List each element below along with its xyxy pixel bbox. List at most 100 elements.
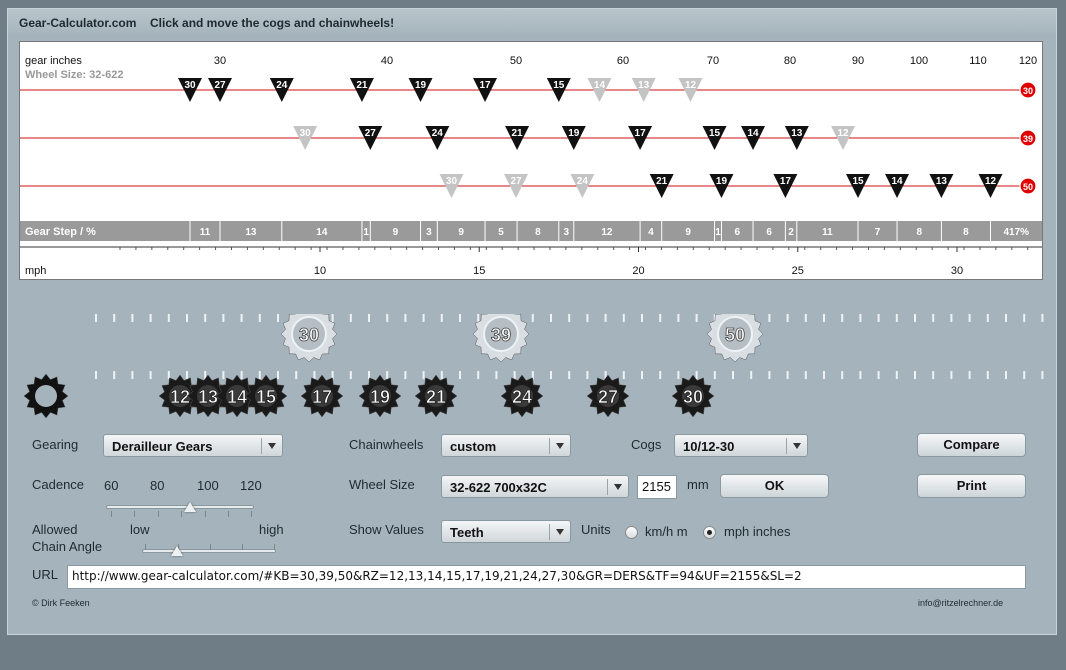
gear-step-value: 9 — [458, 227, 464, 238]
gear-marker-label: 14 — [891, 176, 903, 187]
svg-text:50: 50 — [725, 325, 745, 345]
gear-chart-svg: 30 40 50 60 70 80 90 100 110 120 gear inches Whee… — [20, 55, 1042, 277]
gearing-select[interactable]: Derailleur Gears — [103, 434, 283, 457]
mph-label: mph — [25, 265, 46, 277]
show-values-label: Show Values — [349, 522, 424, 537]
svg-text:17: 17 — [312, 387, 332, 407]
cog-15[interactable]: 15 — [244, 374, 288, 418]
gear-step-value: 14 — [316, 227, 328, 238]
gear-step-value: 4 — [648, 227, 654, 238]
cadence-slider[interactable] — [106, 505, 254, 509]
show-values-select[interactable]: Teeth — [441, 520, 571, 543]
gear-step-value: 7 — [875, 227, 881, 238]
cog-27[interactable]: 27 — [586, 374, 630, 418]
cog-placeholder[interactable] — [23, 373, 69, 419]
svg-text:39: 39 — [491, 325, 511, 345]
gear-step-value: 8 — [916, 227, 922, 238]
gear-step-bar — [20, 221, 1042, 241]
ok-button[interactable]: OK — [720, 474, 829, 498]
gear-chart: 30 40 50 60 70 80 90 100 110 120 gear inches Whee… — [19, 41, 1043, 280]
svg-text:27: 27 — [598, 387, 618, 407]
unit-mph-label[interactable]: mph inches — [724, 524, 790, 539]
gear-inches-tick: 110 — [969, 55, 987, 67]
cadence-tick-label: 120 — [240, 478, 262, 493]
unit-kmh-radio[interactable] — [625, 526, 638, 539]
chainwheel-30[interactable]: 30 — [280, 314, 338, 363]
gear-step-value: 2 — [788, 227, 794, 238]
gear-marker-label: 30 — [184, 80, 196, 91]
contact-email[interactable]: info@ritzelrechner.de — [918, 598, 1003, 608]
chainwheels-value: custom — [450, 439, 497, 454]
top-bar: Gear-Calculator.com Click and move the c… — [8, 9, 1056, 35]
svg-text:24: 24 — [512, 387, 532, 407]
chevron-down-icon — [556, 529, 564, 535]
gear-inches-tick: 120 — [1019, 55, 1037, 67]
wheel-size-select[interactable]: 32-622 700x32C — [441, 475, 629, 498]
gear-step-value: 5 — [498, 227, 504, 238]
cogs-label: Cogs — [631, 437, 662, 452]
gear-marker-label: 19 — [568, 128, 580, 139]
gear-marker-label: 13 — [791, 128, 803, 139]
cog-21[interactable]: 21 — [414, 374, 458, 418]
unit-kmh-label[interactable]: km/h m — [645, 524, 688, 539]
cogs-select[interactable]: 10/12-30 — [674, 434, 808, 457]
chainwheel-50[interactable]: 50 — [706, 314, 764, 363]
gear-marker-label: 21 — [512, 128, 524, 139]
gear-step-value: 8 — [963, 227, 969, 238]
gear-inches-tick: 70 — [707, 55, 719, 67]
chain-angle-high: high — [259, 522, 284, 537]
chevron-down-icon — [614, 484, 622, 490]
svg-text:21: 21 — [426, 387, 446, 407]
cadence-label: Cadence — [32, 477, 85, 492]
gear-marker-label: 15 — [709, 128, 721, 139]
gear-marker-label: 12 — [685, 80, 697, 91]
cog-24[interactable]: 24 — [500, 374, 544, 418]
gear-step-value: 9 — [393, 227, 399, 238]
tagline: Click and move the cogs and chainwheels! — [150, 16, 395, 30]
cadence-tick-label: 100 — [197, 478, 219, 493]
svg-text:19: 19 — [370, 387, 390, 407]
svg-text:30: 30 — [299, 325, 319, 345]
gear-marker-label: 19 — [716, 176, 728, 187]
gear-marker-label: 27 — [365, 128, 377, 139]
mm-unit-label: mm — [687, 477, 709, 492]
chain-angle-slider-thumb[interactable] — [171, 546, 184, 556]
compare-button[interactable]: Compare — [917, 433, 1026, 457]
gear-step-value: 417% — [1003, 227, 1029, 238]
chainring-badge-label: 30 — [1023, 86, 1033, 96]
gear-marker-label: 14 — [747, 128, 759, 139]
copyright: © Dirk Feeken — [32, 598, 90, 608]
gear-step-value: 9 — [685, 227, 691, 238]
unit-mph-radio[interactable] — [703, 526, 716, 539]
brand-title[interactable]: Gear-Calculator.com — [19, 16, 136, 30]
print-button[interactable]: Print — [917, 474, 1026, 498]
chainring-badge-label: 39 — [1023, 134, 1033, 144]
gear-step-value: 1 — [363, 227, 369, 238]
gear-inches-tick: 100 — [910, 55, 928, 67]
chainring-badge-label: 50 — [1023, 182, 1033, 192]
gear-marker-label: 24 — [577, 176, 589, 187]
cadence-slider-thumb[interactable] — [184, 502, 197, 512]
cog-30[interactable]: 30 — [671, 374, 715, 418]
gear-step-value: 3 — [426, 227, 432, 238]
cog-19[interactable]: 19 — [358, 374, 402, 418]
cog-17[interactable]: 17 — [300, 374, 344, 418]
gear-inches-tick: 60 — [617, 55, 629, 67]
gear-marker-label: 13 — [638, 80, 650, 91]
app-window: Gear-Calculator.com Click and move the c… — [7, 8, 1057, 635]
gear-marker-label: 12 — [985, 176, 997, 187]
gear-inches-tick: 30 — [214, 55, 226, 67]
url-label: URL — [32, 567, 59, 582]
gear-step-label: Gear Step / % — [25, 226, 96, 238]
chainwheels-select[interactable]: custom — [441, 434, 571, 457]
chain-angle-slider[interactable] — [142, 549, 276, 553]
mph-tick: 15 — [473, 265, 485, 277]
gear-marker-label: 12 — [837, 128, 849, 139]
circumference-input[interactable]: 2155 — [637, 475, 677, 499]
chain-angle-low: low — [130, 522, 150, 537]
url-field[interactable]: http://www.gear-calculator.com/#KB=30,39… — [67, 565, 1026, 589]
wheel-size-value: 32-622 700x32C — [450, 480, 547, 495]
wheel-size-field-label: Wheel Size — [349, 477, 415, 492]
chainwheel-39[interactable]: 39 — [472, 314, 530, 363]
chevron-down-icon — [793, 443, 801, 449]
